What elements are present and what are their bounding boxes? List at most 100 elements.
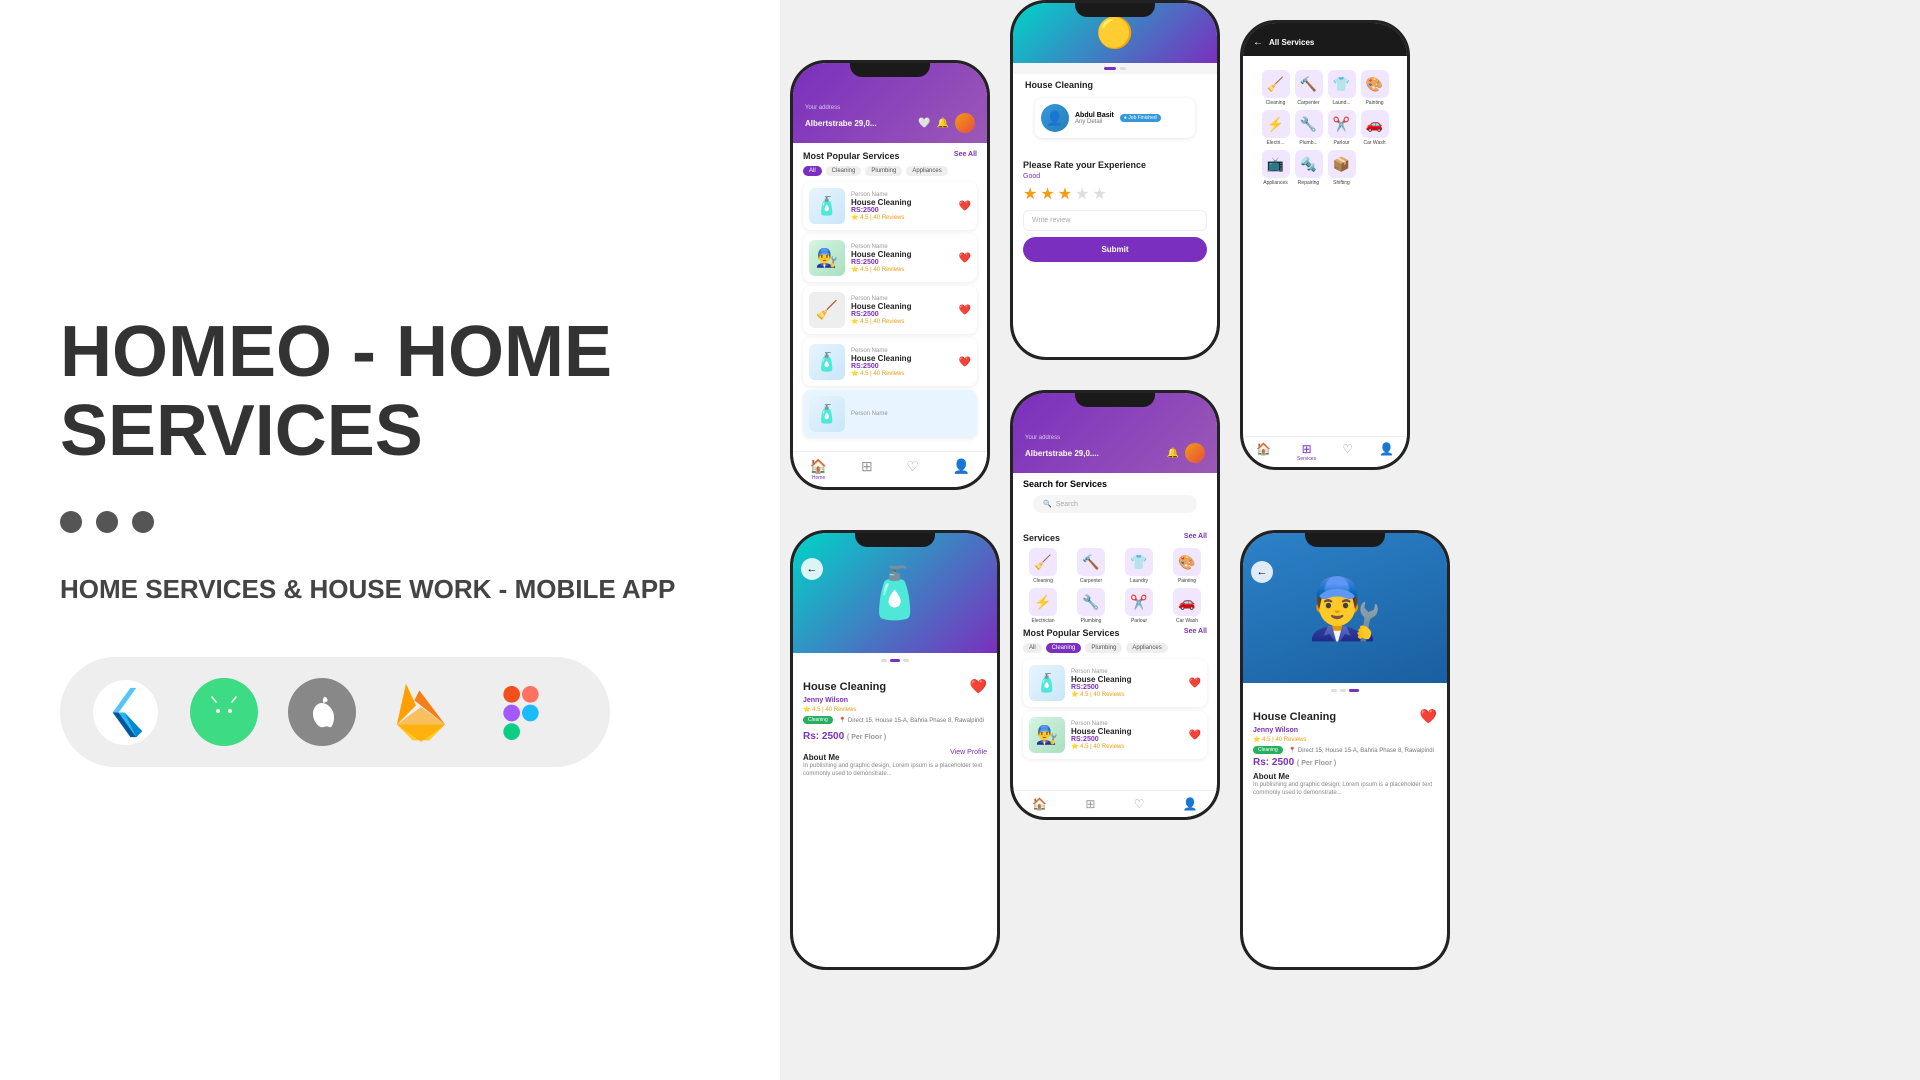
grid-appliances2[interactable]: 📺 Appliances [1261, 150, 1290, 186]
parlour-label: Parlour [1333, 140, 1349, 146]
notch-6 [1305, 533, 1385, 547]
s-carpenter-label: Carpenter [1080, 578, 1102, 584]
nav-person[interactable]: 👤 [953, 458, 970, 481]
heart-btn-3[interactable]: ❤️ [959, 305, 971, 316]
filter-appliances[interactable]: Appliances [906, 166, 947, 176]
nav-person-5[interactable]: 👤 [1183, 797, 1198, 811]
back-btn[interactable]: ← [801, 558, 823, 580]
pop-heart-1[interactable]: ❤️ [1189, 678, 1201, 689]
star-1[interactable]: ★ [1023, 184, 1037, 204]
s-plumbing[interactable]: 🔧 Plumbing [1069, 588, 1113, 624]
plumbing-icon2: 🔧 [1295, 110, 1323, 138]
s-laundry-icon: 👕 [1125, 548, 1153, 576]
detail-author: Jenny Wilson [803, 697, 987, 704]
filter-cleaning[interactable]: Cleaning [826, 166, 862, 176]
nav-home-3[interactable]: 🏠 [1256, 442, 1271, 462]
s-plumbing-icon: 🔧 [1077, 588, 1105, 616]
nav-home-5[interactable]: 🏠 [1032, 797, 1047, 811]
pop-card-1[interactable]: 🧴 Person Name House Cleaning RS:2500 ⭐ 4… [1023, 659, 1207, 707]
firebase-badge [386, 677, 456, 747]
detail-service-title: House Cleaning [803, 681, 886, 693]
nav-grid-5[interactable]: ⊞ [1085, 797, 1095, 811]
any-detail: Any Detail [1075, 119, 1114, 125]
bottom-nav: 🏠Home ⊞ ♡ 👤 [793, 451, 987, 487]
left-panel: HOMEO - HOME SERVICES HOME SERVICES & HO… [0, 0, 780, 1080]
service-card-3[interactable]: 🧹 Person Name House Cleaning RS:2500 ⭐ 4… [803, 286, 977, 334]
right-service-title: House Cleaning [1253, 711, 1336, 723]
star-5[interactable]: ★ [1092, 184, 1106, 204]
rate-title: Please Rate your Experience [1023, 160, 1207, 170]
service-info-5: Person Name [851, 411, 971, 417]
grid-parlour[interactable]: ✂️ Parlour [1327, 110, 1356, 146]
grid-cleaning[interactable]: 🧹 Cleaning [1261, 70, 1290, 106]
cleaning-icon: 🧹 [1262, 70, 1290, 98]
pop-cleaning[interactable]: Cleaning [1046, 643, 1082, 653]
address-label: Your address [805, 105, 975, 111]
grid-shifting[interactable]: 📦 Shifting [1327, 150, 1356, 186]
s-laundry[interactable]: 👕 Laundry [1117, 548, 1161, 584]
bottom-nav-3: 🏠 ⊞Services ♡ 👤 [1243, 436, 1407, 467]
service-card-1[interactable]: 🧴 Person Name House Cleaning RS:2500 ⭐ 4… [803, 182, 977, 230]
grid-plumbing2[interactable]: 🔧 Plumb... [1294, 110, 1323, 146]
repairing-label: Repairing [1298, 180, 1319, 186]
search-header-icons: 🔔 [1167, 443, 1205, 463]
pop-appliances[interactable]: Appliances [1126, 643, 1167, 653]
nav-home[interactable]: 🏠Home [810, 458, 827, 481]
pop-card-2[interactable]: 👨‍🔧 Person Name House Cleaning RS:2500 ⭐… [1023, 711, 1207, 759]
s-painting[interactable]: 🎨 Painting [1165, 548, 1209, 584]
all-services-title: All Services [1269, 38, 1314, 47]
grid-repairing[interactable]: 🔩 Repairing [1294, 150, 1323, 186]
grid-electrician[interactable]: ⚡ Electri... [1261, 110, 1290, 146]
grid-carwash[interactable]: 🚗 Car Wash [1360, 110, 1389, 146]
page-title: HOMEO - HOME SERVICES [60, 313, 720, 471]
s-carpenter[interactable]: 🔨 Carpenter [1069, 548, 1113, 584]
submit-button[interactable]: Submit [1023, 237, 1207, 262]
view-profile[interactable]: View Profile [950, 749, 987, 762]
nav-heart[interactable]: ♡ [906, 458, 919, 481]
stars-row[interactable]: ★ ★ ★ ★ ★ [1023, 184, 1207, 204]
filter-plumbing[interactable]: Plumbing [865, 166, 902, 176]
pop-all[interactable]: All [1023, 643, 1042, 653]
decorative-dots [60, 511, 720, 533]
heart-btn-4[interactable]: ❤️ [959, 357, 971, 368]
service-info-1: Person Name House Cleaning RS:2500 ⭐ 4.5… [851, 192, 953, 221]
service-card-4[interactable]: 🧴 Person Name House Cleaning RS:2500 ⭐ 4… [803, 338, 977, 386]
grid-painting[interactable]: 🎨 Painting [1360, 70, 1389, 106]
grid-laundry[interactable]: 👕 Laund... [1327, 70, 1356, 106]
heart-btn-2[interactable]: ❤️ [959, 253, 971, 264]
search-input[interactable]: 🔍 Search [1033, 495, 1197, 513]
star-3[interactable]: ★ [1058, 184, 1072, 204]
detail-right-back[interactable]: ← [1251, 561, 1273, 583]
pop-plumbing[interactable]: Plumbing [1085, 643, 1122, 653]
nav-heart-5[interactable]: ♡ [1134, 797, 1145, 811]
star-2[interactable]: ★ [1040, 184, 1054, 204]
s-electrician-label: Electrician [1031, 618, 1054, 624]
s-carwash[interactable]: 🚗 Car Wash [1165, 588, 1209, 624]
nav-services-3[interactable]: ⊞Services [1297, 442, 1316, 462]
s-electrician[interactable]: ⚡ Electrician [1021, 588, 1065, 624]
right-heart[interactable]: ❤️ [1420, 708, 1437, 725]
nav-grid[interactable]: ⊞ [861, 458, 873, 481]
pop-heart-2[interactable]: ❤️ [1189, 730, 1201, 741]
nav-heart-3[interactable]: ♡ [1342, 442, 1353, 462]
phone-detail-screen: ← 🧴 House Cleaning ❤️ Jenny Wilson ⭐ 4.5… [793, 533, 997, 967]
service-img-2: 👨‍🔧 [809, 240, 845, 276]
service-card-2[interactable]: 👨‍🔧 Person Name House Cleaning RS:2500 ⭐… [803, 234, 977, 282]
heart-btn-1[interactable]: ❤️ [959, 201, 971, 212]
back-icon[interactable]: ← [1253, 37, 1263, 48]
review-input[interactable]: Write review [1023, 210, 1207, 231]
cleaning-label: Cleaning [1266, 100, 1286, 106]
detail-heart[interactable]: ❤️ [970, 678, 987, 695]
star-4[interactable]: ★ [1075, 184, 1089, 204]
nav-person-3[interactable]: 👤 [1379, 442, 1394, 462]
s-cleaning[interactable]: 🧹 Cleaning [1021, 548, 1065, 584]
filter-all[interactable]: All [803, 166, 822, 176]
ind-1 [1120, 67, 1126, 70]
service-card-5[interactable]: 🧴 Person Name [803, 390, 977, 438]
right-about-title: About Me [1253, 772, 1437, 781]
phone-rating: 🟡 House Cleaning 👤 Abdul Basit Any Detai… [1010, 0, 1220, 360]
s-parlour[interactable]: ✂️ Parlour [1117, 588, 1161, 624]
grid-carpenter[interactable]: 🔨 Carpenter [1294, 70, 1323, 106]
search-services-grid: 🧹 Cleaning 🔨 Carpenter 👕 Laundry 🎨 Paint… [1021, 548, 1209, 624]
about-text: In publishing and graphic design, Lorem … [803, 762, 987, 779]
